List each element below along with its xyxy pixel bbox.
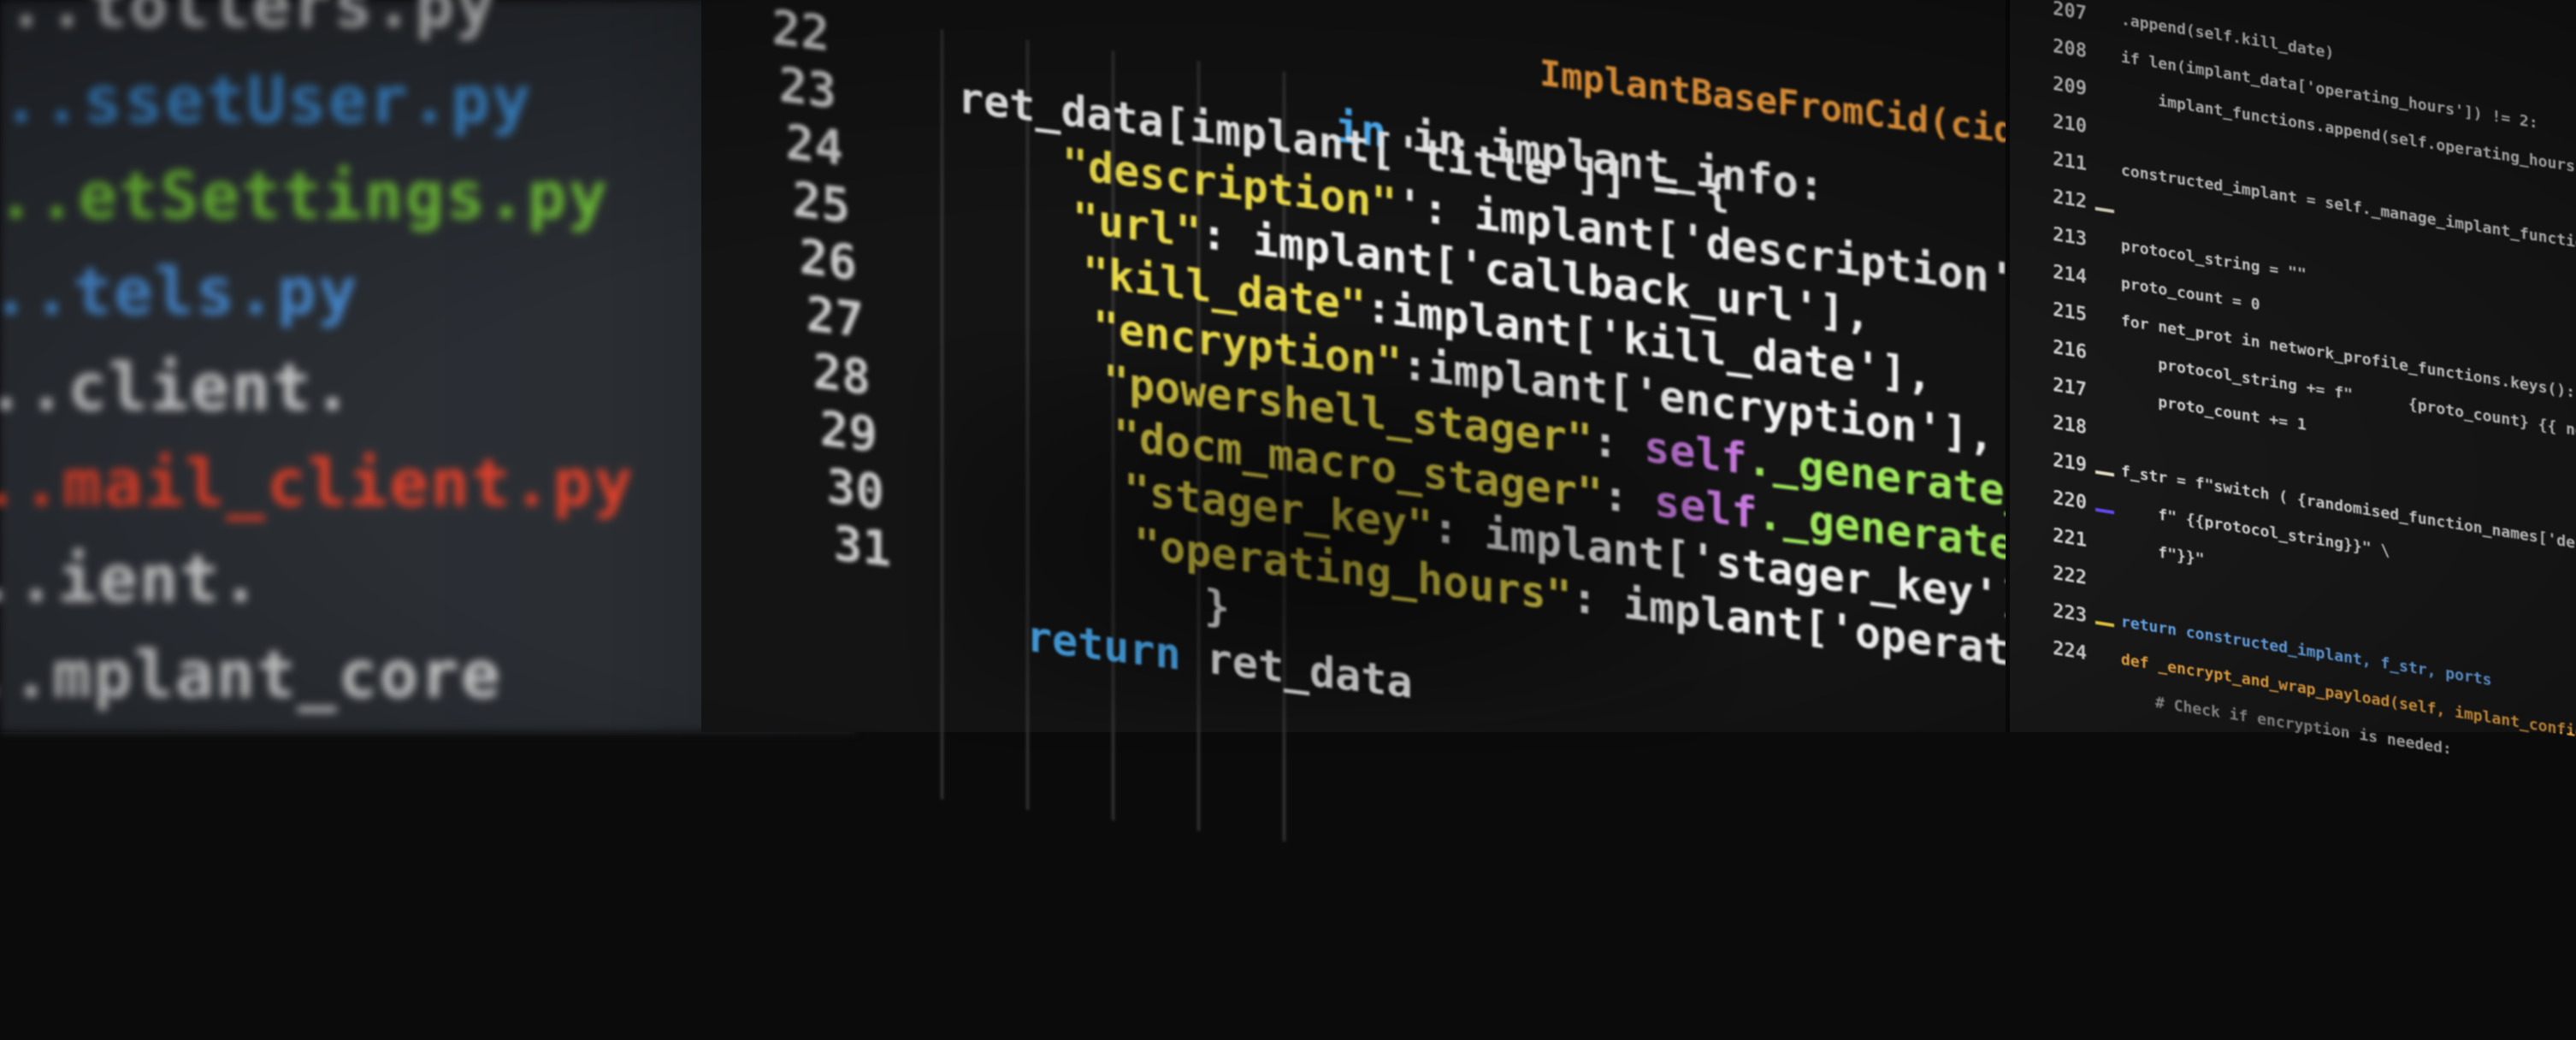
file-tree-item[interactable]: ...etSettings.py <box>0 157 609 233</box>
code-line: f"}}" <box>2121 537 2205 570</box>
line-number: 215 <box>2053 298 2087 327</box>
file-tree-item[interactable]: ...mplant_core <box>0 636 502 712</box>
indent-guide <box>1026 39 1029 811</box>
line-number: 217 <box>2053 374 2087 402</box>
file-tree-item[interactable]: ...ient. <box>0 541 262 617</box>
line-number: 220 <box>2053 487 2087 515</box>
file-tree-item[interactable]: ...tels.py <box>0 253 359 329</box>
line-number: 221 <box>2053 524 2087 552</box>
code-token: return <box>1026 611 1181 680</box>
change-marker <box>2095 620 2114 628</box>
secondary-code-editor[interactable]: 207 208 209 210 211 212 213 214 215 216 217 218 219 2… <box>2010 0 2576 759</box>
code-line: proto_count = 0 <box>2121 274 2260 315</box>
line-number: 216 <box>2053 336 2087 364</box>
line-number: 213 <box>2053 223 2087 251</box>
code-line: } <box>1204 580 1230 633</box>
code-token: self <box>1654 476 1758 539</box>
line-number: 210 <box>2053 110 2087 139</box>
line-number: 224 <box>2053 637 2087 665</box>
line-number: 219 <box>2053 449 2087 477</box>
change-marker <box>2095 507 2114 515</box>
change-marker <box>2095 470 2114 477</box>
line-number: 209 <box>2053 73 2087 101</box>
code-token: self <box>1644 422 1747 485</box>
code-editor[interactable]: 22 23 24 25 26 27 28 29 30 31 in in implant_info:… <box>701 0 2576 842</box>
line-number: 218 <box>2053 411 2087 440</box>
code-line: protocol_string = "" <box>2121 236 2307 284</box>
code-line: return constructed_implant, f_str, ports <box>2121 612 2492 690</box>
change-marker <box>2095 206 2114 214</box>
code-line: proto_count += 1 <box>2121 387 2307 434</box>
file-tree-item[interactable]: ...ssetUser.py <box>0 62 533 138</box>
line-number: 208 <box>2053 35 2087 63</box>
code-token: } <box>1204 580 1231 633</box>
line-number: 207 <box>2053 0 2087 26</box>
line-number: 222 <box>2053 562 2087 590</box>
code-token: ret_data <box>1180 629 1413 709</box>
line-number-gutter: 22 23 24 25 26 27 28 29 30 31 <box>701 0 891 751</box>
line-number: 223 <box>2053 600 2087 628</box>
file-tree-item[interactable]: ...tollers.py <box>0 0 497 42</box>
file-tree-item[interactable]: ...client. <box>0 349 354 425</box>
line-number: 214 <box>2053 261 2087 289</box>
line-number: 211 <box>2053 148 2087 176</box>
code-token: : <box>1602 470 1655 526</box>
indent-guide <box>941 29 943 800</box>
code-token: : <box>1592 415 1645 472</box>
line-number: 212 <box>2053 186 2087 214</box>
file-tree-item[interactable]: ...mail_client.py <box>0 445 635 521</box>
